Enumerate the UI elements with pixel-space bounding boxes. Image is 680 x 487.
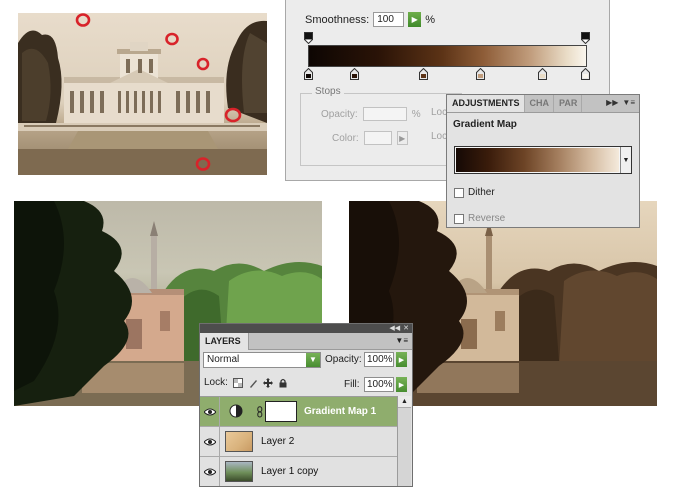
opacity-stop-left[interactable] <box>304 32 313 44</box>
smoothness-unit: % <box>425 13 435 26</box>
dither-checkbox[interactable] <box>454 187 464 198</box>
adjustments-tab-bar: ADJUSTMENTS CHA PAR ▶▶ ▼≡ <box>447 95 639 113</box>
stop-opacity-unit: % <box>411 108 421 120</box>
gradient-picker[interactable]: ▼ <box>454 146 632 174</box>
color-stop-1[interactable] <box>304 68 313 80</box>
layer-list: Gradient Map 1 Layer 2 Layer 1 copy <box>200 396 397 486</box>
tab-layers[interactable]: LAYERS <box>200 333 249 350</box>
adjustment-title: Gradient Map <box>453 119 517 130</box>
dither-option[interactable]: Dither <box>454 187 495 198</box>
gradient-map-preview[interactable] <box>456 148 619 172</box>
color-stop-5[interactable] <box>538 68 547 80</box>
color-location-row: Loc <box>431 131 447 142</box>
layer-thumbnail <box>225 461 253 482</box>
lock-all-icon[interactable] <box>278 378 288 388</box>
panel-menu-icon[interactable]: ▼≡ <box>622 98 635 107</box>
eye-icon[interactable] <box>200 397 220 426</box>
color-stop-2[interactable] <box>350 68 359 80</box>
stops-legend: Stops <box>312 86 344 97</box>
lock-position-icon[interactable] <box>262 377 273 388</box>
gradient-preview-bar[interactable] <box>308 45 587 67</box>
stop-opacity-label: Opacity: <box>321 108 358 120</box>
layer-name[interactable]: Layer 2 <box>261 436 294 447</box>
color-arrow-icon[interactable]: ▶ <box>396 131 408 145</box>
adjustments-panel-controls: ▶▶ ▼≡ <box>606 98 635 107</box>
layers-scrollbar[interactable]: ▲ <box>397 396 411 486</box>
lock-transparent-icon[interactable] <box>232 377 243 388</box>
collapse-icon[interactable]: ◀◀ <box>389 324 400 333</box>
lock-label: Lock: <box>204 377 228 388</box>
scroll-up-icon[interactable]: ▲ <box>398 396 411 408</box>
lock-row: Lock: <box>204 377 288 388</box>
opacity-row: Opacity: % <box>321 107 421 121</box>
color-location-label: Loc <box>431 131 448 142</box>
smoothness-row: Smoothness: 100 ▶ % <box>305 12 435 27</box>
stop-color-swatch[interactable] <box>363 131 392 145</box>
fill-label: Fill: <box>344 379 360 390</box>
color-row: Color: ▶ <box>332 131 408 145</box>
lock-image-icon[interactable] <box>248 378 258 388</box>
manor-photo <box>18 13 267 175</box>
chevron-down-icon[interactable]: ▼ <box>306 353 320 367</box>
panel-menu-icon[interactable]: ▼≡ <box>395 336 408 345</box>
color-stop-4[interactable] <box>476 68 485 80</box>
color-stop-6[interactable] <box>581 68 590 80</box>
layer-mask-thumbnail[interactable] <box>265 401 297 422</box>
opacity-label: Opacity: <box>325 354 362 365</box>
layer-row-layer-1-copy[interactable]: Layer 1 copy <box>200 457 397 486</box>
tab-paths[interactable]: PAR <box>554 95 583 112</box>
blend-mode-value: Normal <box>207 354 240 365</box>
smoothness-label: Smoothness: <box>305 13 370 26</box>
layer-row-layer-2[interactable]: Layer 2 <box>200 427 397 457</box>
blend-mode-select[interactable]: Normal ▼ <box>203 352 321 368</box>
opacity-location-row: Loc <box>431 107 447 118</box>
layer-thumbnail <box>225 431 253 452</box>
adjustment-layer-icon <box>225 401 247 422</box>
fill-arrow-icon[interactable]: ▶ <box>396 377 407 392</box>
layers-panel: ◀◀ ✕ LAYERS ▼≡ Normal ▼ Opacity: 100% ▶ … <box>199 323 413 487</box>
dither-label: Dither <box>468 187 495 198</box>
reverse-checkbox[interactable] <box>454 213 464 224</box>
eye-icon[interactable] <box>200 457 220 486</box>
opacity-stop-right[interactable] <box>581 32 590 44</box>
close-icon[interactable]: ✕ <box>403 324 409 333</box>
stops-group <box>300 93 462 166</box>
tab-adjustments[interactable]: ADJUSTMENTS <box>447 95 525 112</box>
layer-name[interactable]: Gradient Map 1 <box>304 406 376 417</box>
eye-icon[interactable] <box>200 427 220 456</box>
smoothness-input[interactable]: 100 <box>373 12 405 27</box>
layer-name[interactable]: Layer 1 copy <box>261 466 318 477</box>
chevron-down-icon[interactable]: ▼ <box>620 147 631 173</box>
adjustments-panel: ADJUSTMENTS CHA PAR ▶▶ ▼≡ Gradient Map ▼… <box>446 94 640 228</box>
fill-field[interactable]: 100% <box>364 377 394 392</box>
stop-color-label: Color: <box>332 132 359 144</box>
layers-title-bar: ◀◀ ✕ <box>200 324 412 333</box>
layers-tab-bar: LAYERS ▼≡ <box>200 333 412 350</box>
double-chevron-right-icon[interactable]: ▶▶ <box>606 98 618 107</box>
chain-icon[interactable] <box>257 406 263 421</box>
reverse-option[interactable]: Reverse <box>454 213 505 224</box>
manor-scene <box>18 13 267 175</box>
opacity-field[interactable]: 100% <box>364 352 394 367</box>
color-stop-3[interactable] <box>419 68 428 80</box>
opacity-location-label: Loc <box>431 107 448 118</box>
opacity-arrow-icon[interactable]: ▶ <box>396 352 407 367</box>
stop-opacity-field[interactable] <box>362 107 407 121</box>
smoothness-arrow-icon[interactable]: ▶ <box>408 12 422 27</box>
reverse-label: Reverse <box>468 213 506 224</box>
layer-row-gradient-map[interactable]: Gradient Map 1 <box>200 397 397 427</box>
tab-channels[interactable]: CHA <box>525 95 555 112</box>
